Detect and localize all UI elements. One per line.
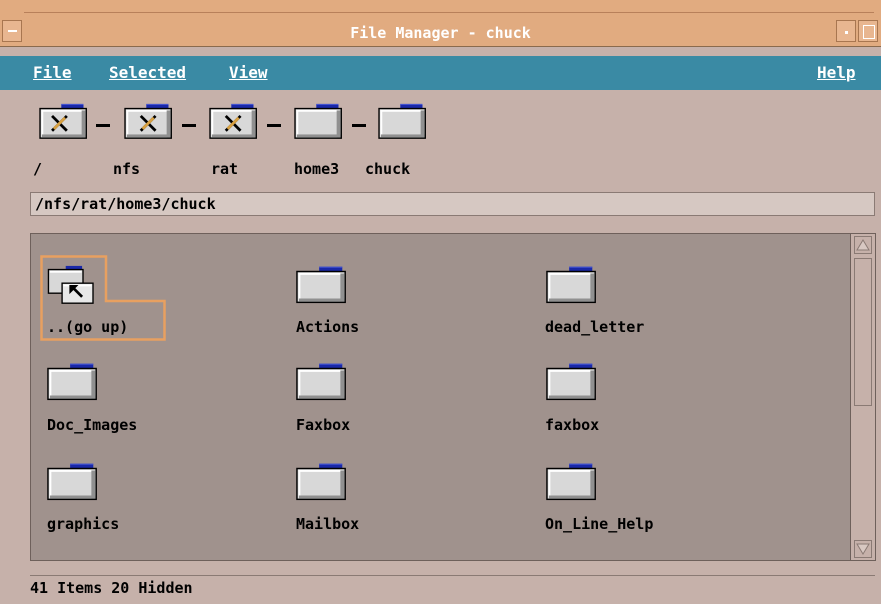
path-label: chuck	[365, 160, 411, 178]
folder-up-icon[interactable]	[46, 265, 100, 305]
path-chuck-folder-icon[interactable]	[376, 103, 432, 140]
scroll-up-arrow-icon[interactable]	[854, 236, 872, 254]
menu-file[interactable]: File	[33, 63, 72, 83]
menu-bar: File Selected View Help	[0, 56, 881, 90]
path-label: rat	[211, 160, 239, 178]
window-title: File Manager - chuck	[350, 24, 531, 42]
item-label[interactable]: Actions	[296, 318, 359, 336]
path-connector	[267, 124, 281, 127]
path-connector	[352, 124, 366, 127]
file-manager-window: File Manager - chuck File Selected View …	[0, 0, 881, 604]
path-label: nfs	[113, 160, 141, 178]
folder-icon[interactable]	[296, 265, 350, 305]
maximize-button[interactable]	[858, 20, 878, 42]
item-label[interactable]: graphics	[47, 515, 119, 533]
scroll-thumb[interactable]	[854, 258, 872, 406]
item-label[interactable]: Faxbox	[296, 416, 350, 434]
item-label[interactable]: ..(go up)	[47, 318, 128, 336]
item-label[interactable]: Mailbox	[296, 515, 359, 533]
path-root-folder-restricted-icon[interactable]	[37, 103, 93, 140]
menu-view[interactable]: View	[229, 63, 268, 83]
item-label[interactable]: On_Line_Help	[545, 515, 653, 533]
path-label: /	[33, 160, 43, 178]
item-label[interactable]: faxbox	[545, 416, 599, 434]
path-nfs-folder-restricted-icon[interactable]	[122, 103, 178, 140]
path-label: home3	[294, 160, 340, 178]
status-bar: 41 Items 20 Hidden	[30, 575, 875, 600]
menu-help[interactable]: Help	[817, 63, 856, 83]
path-connector	[96, 124, 110, 127]
path-home3-folder-icon[interactable]	[292, 103, 348, 140]
path-input[interactable]: /nfs/rat/home3/chuck	[30, 192, 875, 216]
vertical-scrollbar[interactable]	[850, 233, 876, 561]
folder-icon[interactable]	[47, 462, 101, 502]
menu-selected[interactable]: Selected	[109, 63, 186, 83]
folder-icon[interactable]	[546, 265, 600, 305]
folder-icon[interactable]	[546, 462, 600, 502]
status-text: 41 Items 20 Hidden	[30, 579, 193, 597]
path-rat-folder-restricted-icon[interactable]	[207, 103, 263, 140]
folder-icon[interactable]	[296, 462, 350, 502]
folder-icon[interactable]	[546, 362, 600, 402]
path-connector	[182, 124, 196, 127]
folder-icon[interactable]	[47, 362, 101, 402]
scroll-down-arrow-icon[interactable]	[854, 540, 872, 558]
item-label[interactable]: dead_letter	[545, 318, 644, 336]
item-label[interactable]: Doc_Images	[47, 416, 137, 434]
folder-icon[interactable]	[296, 362, 350, 402]
title-bar[interactable]: File Manager - chuck	[0, 0, 881, 47]
minimize-button[interactable]	[836, 20, 856, 42]
